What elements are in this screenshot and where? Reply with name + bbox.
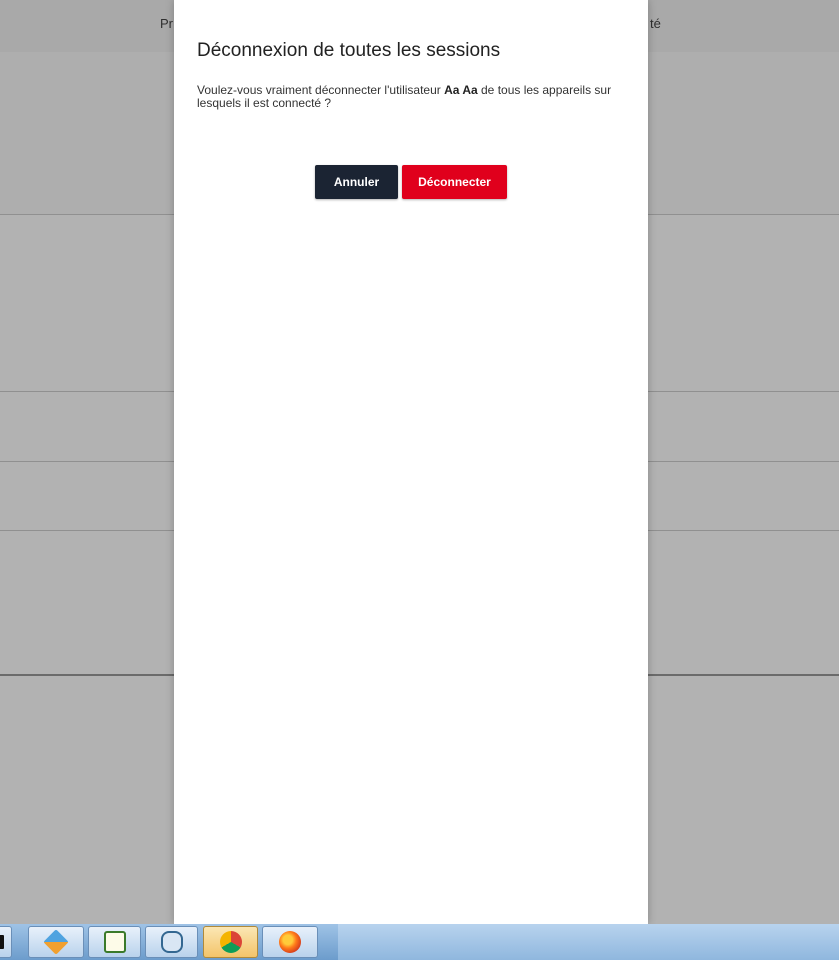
- taskbar-app-diamond[interactable]: [28, 926, 84, 958]
- disconnect-button[interactable]: Déconnecter: [402, 165, 507, 199]
- terminal-icon: [0, 935, 4, 949]
- chart-editor-icon: [103, 931, 126, 953]
- taskbar-app-chart-editor[interactable]: [88, 926, 141, 958]
- chrome-icon: [219, 931, 242, 953]
- logout-all-sessions-dialog: Déconnexion de toutes les sessions Voule…: [174, 0, 648, 924]
- postgresql-elephant-icon: [160, 931, 183, 953]
- dialog-message: Voulez-vous vraiment déconnecter l'utili…: [197, 84, 617, 110]
- taskbar-app-terminal[interactable]: [0, 926, 12, 958]
- firefox-icon: [279, 931, 301, 953]
- cancel-button[interactable]: Annuler: [315, 165, 398, 199]
- diamond-app-icon: [43, 929, 69, 955]
- dialog-user-name: Aa Aa: [444, 83, 478, 97]
- dialog-message-before: Voulez-vous vraiment déconnecter l'utili…: [197, 83, 445, 97]
- dialog-title: Déconnexion de toutes les sessions: [197, 40, 501, 61]
- taskbar-app-postgresql[interactable]: [145, 926, 198, 958]
- taskbar-app-firefox[interactable]: [262, 926, 318, 958]
- taskbar-window-preview: [338, 924, 839, 960]
- taskbar-app-chrome[interactable]: [203, 926, 258, 958]
